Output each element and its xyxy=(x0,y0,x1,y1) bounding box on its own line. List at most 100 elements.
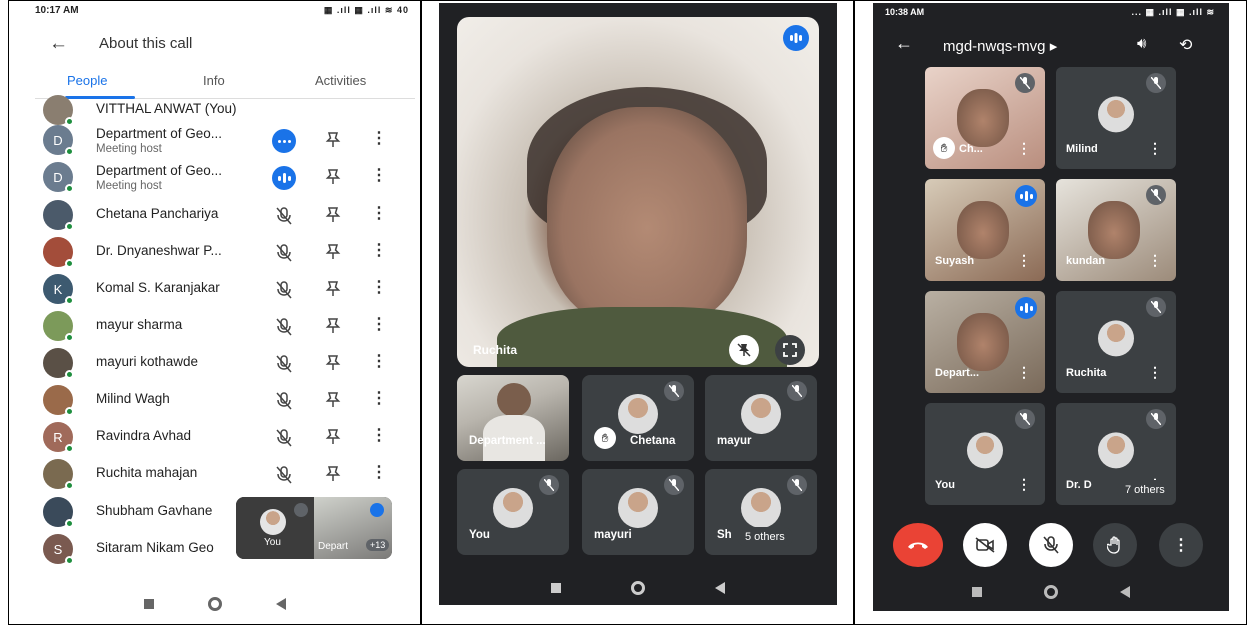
raised-hand-icon: ✋︎ xyxy=(933,137,955,159)
more-vert-icon[interactable]: ⋮ xyxy=(1017,476,1031,493)
hangup-button[interactable] xyxy=(893,523,943,567)
meeting-code[interactable]: mgd-nwqs-mvg ▸ xyxy=(943,37,1057,55)
more-vert-icon[interactable]: ⋮ xyxy=(1148,252,1162,269)
participant-row[interactable]: Chetana Panchariya ⋮ xyxy=(43,196,415,232)
participant-tile[interactable]: Ruchita ⋮ xyxy=(1056,291,1176,393)
recents-icon[interactable] xyxy=(972,587,982,597)
back-icon[interactable] xyxy=(275,598,286,610)
pin-icon[interactable] xyxy=(324,428,342,446)
app-bar: ← About this call xyxy=(49,33,389,55)
pin-icon[interactable] xyxy=(324,243,342,261)
more-vert-icon[interactable]: ⋮ xyxy=(1017,252,1031,269)
raise-hand-button[interactable] xyxy=(1093,523,1137,567)
mic-off-icon[interactable] xyxy=(274,243,294,263)
more-vert-icon[interactable]: ⋮ xyxy=(371,352,387,372)
others-pill[interactable]: 7 others xyxy=(1117,480,1173,500)
back-icon[interactable] xyxy=(715,582,725,594)
tab-activities[interactable]: Activities xyxy=(315,73,366,88)
mic-off-icon[interactable] xyxy=(274,465,294,485)
more-vert-icon[interactable]: ⋮ xyxy=(371,463,387,483)
participant-row[interactable]: Ruchita mahajan ⋮ xyxy=(43,455,415,491)
mic-off-icon[interactable] xyxy=(274,317,294,337)
online-indicator xyxy=(65,519,74,528)
mic-off-icon[interactable] xyxy=(274,428,294,448)
more-vert-icon[interactable]: ⋮ xyxy=(371,315,387,335)
participant-name: mayuri kothawde xyxy=(96,354,199,369)
participant-name: Sitaram Nikam Geo xyxy=(96,540,214,555)
avatar xyxy=(1098,96,1134,133)
participant-tile[interactable]: Department ... xyxy=(457,375,569,461)
avatar xyxy=(618,394,658,434)
more-vert-icon[interactable]: ⋮ xyxy=(1017,364,1031,381)
online-indicator xyxy=(65,259,74,268)
participant-row[interactable]: D Department of Geo... Meeting host ⋮ xyxy=(43,121,415,157)
fullscreen-icon[interactable] xyxy=(775,335,805,365)
more-vert-icon[interactable]: ⋮ xyxy=(1148,364,1162,381)
participant-tile[interactable]: mayur xyxy=(705,375,817,461)
pin-icon[interactable] xyxy=(324,280,342,298)
pip-speaker-tile: Depart +13 xyxy=(314,497,392,559)
back-arrow-icon[interactable]: ← xyxy=(895,33,913,54)
mic-off-icon xyxy=(1015,409,1035,429)
participant-tile[interactable]: Suyash ⋮ xyxy=(925,179,1045,281)
home-icon[interactable] xyxy=(631,581,645,595)
more-vert-icon[interactable]: ⋮ xyxy=(371,204,387,224)
more-options-icon[interactable] xyxy=(272,129,296,153)
camera-off-button[interactable] xyxy=(963,523,1007,567)
mic-off-icon[interactable] xyxy=(274,354,294,374)
pin-icon[interactable] xyxy=(324,131,342,149)
pin-icon[interactable] xyxy=(324,465,342,483)
pin-icon[interactable] xyxy=(324,206,342,224)
mic-off-icon[interactable] xyxy=(274,391,294,411)
participant-tile[interactable]: You ⋮ xyxy=(925,403,1045,505)
status-bar: 10:38 AM ... ▦ .ıll ▦ .ıll ≋ xyxy=(885,7,1215,19)
more-vert-icon[interactable]: ⋮ xyxy=(371,241,387,261)
people-panel-screenshot: 10:17 AM ▦ .ıll ▦ .ıll ≋ 40 ← About this… xyxy=(8,0,421,625)
pin-icon[interactable] xyxy=(324,317,342,335)
more-vert-icon[interactable]: ⋮ xyxy=(1148,140,1162,157)
main-video[interactable]: Ruchita xyxy=(457,17,819,367)
participant-row[interactable]: K Komal S. Karanjakar ⋮ xyxy=(43,270,415,306)
recents-icon[interactable] xyxy=(551,583,561,593)
home-icon[interactable] xyxy=(1044,585,1058,599)
home-icon[interactable] xyxy=(207,597,222,611)
pin-off-icon[interactable] xyxy=(729,335,759,365)
pip-count-badge: +13 xyxy=(366,539,390,551)
participant-tile[interactable]: kundan ⋮ xyxy=(1056,179,1176,281)
participant-row[interactable]: Dr. Dnyaneshwar P... ⋮ xyxy=(43,233,415,269)
more-vert-icon[interactable]: ⋮ xyxy=(371,278,387,298)
participant-row[interactable]: D Department of Geo... Meeting host ⋮ xyxy=(43,158,415,194)
more-vert-icon[interactable]: ⋮ xyxy=(371,426,387,446)
participant-tile[interactable]: Milind ⋮ xyxy=(1056,67,1176,169)
participant-row[interactable]: mayur sharma ⋮ xyxy=(43,307,415,343)
more-vert-icon[interactable]: ⋮ xyxy=(1017,140,1031,157)
tab-people[interactable]: People xyxy=(67,73,107,88)
pin-icon[interactable] xyxy=(324,354,342,372)
others-pill[interactable]: 5 others xyxy=(737,527,793,547)
tab-info[interactable]: Info xyxy=(203,73,225,88)
mic-off-icon[interactable] xyxy=(274,280,294,300)
mic-off-icon[interactable] xyxy=(274,206,294,226)
more-vert-icon[interactable]: ⋮ xyxy=(371,166,387,186)
participant-row[interactable]: Milind Wagh ⋮ xyxy=(43,381,415,417)
mic-off-button[interactable] xyxy=(1029,523,1073,567)
speaker-icon[interactable]: 🔊︎ xyxy=(1137,35,1146,52)
participant-row[interactable]: mayuri kothawde ⋮ xyxy=(43,344,415,380)
picture-in-picture[interactable]: You Depart +13 xyxy=(236,497,392,559)
back-icon[interactable] xyxy=(1120,586,1130,598)
participant-row[interactable]: R Ravindra Avhad ⋮ xyxy=(43,418,415,454)
participant-tile[interactable]: You xyxy=(457,469,569,555)
participant-tile[interactable]: ✋︎ Chetana xyxy=(582,375,694,461)
more-options-button[interactable]: ⋮ xyxy=(1159,523,1203,567)
more-vert-icon[interactable]: ⋮ xyxy=(371,389,387,409)
recents-icon[interactable] xyxy=(143,599,154,609)
switch-camera-icon[interactable]: ⟲ xyxy=(1179,35,1192,55)
participant-name: Chetana Panchariya xyxy=(96,206,219,221)
participant-tile[interactable]: Depart... ⋮ xyxy=(925,291,1045,393)
more-vert-icon[interactable]: ⋮ xyxy=(371,129,387,149)
pin-icon[interactable] xyxy=(324,168,342,186)
participant-tile[interactable]: mayuri xyxy=(582,469,694,555)
pin-icon[interactable] xyxy=(324,391,342,409)
participant-tile[interactable]: ✋︎ Ch... ⋮ xyxy=(925,67,1045,169)
back-arrow-icon[interactable]: ← xyxy=(49,33,68,55)
